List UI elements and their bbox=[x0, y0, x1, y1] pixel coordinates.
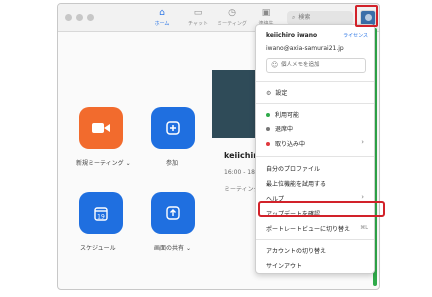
plus-icon bbox=[151, 107, 195, 149]
join-label: 参加 bbox=[166, 160, 179, 167]
available-status-icon bbox=[266, 113, 270, 117]
share-screen-button[interactable] bbox=[151, 192, 195, 234]
search-icon: ⌕ bbox=[292, 14, 296, 21]
clock-icon: ◷ bbox=[228, 8, 236, 18]
schedule-button[interactable]: 19 bbox=[79, 192, 123, 234]
divider bbox=[256, 81, 374, 82]
portrait-view-item[interactable]: ポートレートビューに切り替え bbox=[266, 224, 350, 233]
chat-icon: ▭ bbox=[193, 8, 203, 18]
status-away-item[interactable]: 退席中 bbox=[275, 124, 293, 133]
close-window-button[interactable] bbox=[65, 14, 72, 21]
tab-home[interactable]: ⌂ ホーム bbox=[144, 8, 180, 27]
new-meeting-button[interactable] bbox=[79, 107, 123, 149]
check-updates-highlight bbox=[258, 201, 385, 217]
profile-dropdown-menu: keiichiro iwano ライセンス iwano@axia-samurai… bbox=[255, 24, 375, 274]
video-camera-icon bbox=[79, 107, 123, 149]
settings-item[interactable]: ⚙ 設定 bbox=[266, 88, 287, 97]
status-busy-item[interactable]: 取り込み中 bbox=[275, 139, 305, 148]
contacts-icon: ▣ bbox=[261, 8, 271, 18]
tab-meetings-label: ミーティング bbox=[217, 21, 247, 27]
user-email: iwano@axia-samurai21.jp bbox=[266, 45, 344, 52]
chevron-right-icon: › bbox=[361, 193, 364, 201]
tab-chat-label: チャット bbox=[188, 21, 208, 27]
busy-status-icon bbox=[266, 142, 270, 146]
switch-account-item[interactable]: アカウントの切り替え bbox=[266, 246, 326, 255]
search-input[interactable]: ⌕ 検索 bbox=[287, 11, 353, 25]
try-top-features-item[interactable]: 最上位機能を試用する bbox=[266, 179, 326, 188]
tab-home-label: ホーム bbox=[154, 21, 170, 27]
schedule-label: スケジュール bbox=[80, 245, 116, 252]
sign-out-item[interactable]: サインアウト bbox=[266, 261, 302, 270]
portrait-shortcut: ⌘L bbox=[360, 225, 368, 231]
minimize-window-button[interactable] bbox=[76, 14, 83, 21]
chevron-down-icon[interactable]: ⌄ bbox=[186, 245, 191, 252]
calendar-icon: 19 bbox=[79, 192, 123, 234]
svg-text:19: 19 bbox=[97, 213, 105, 220]
upcoming-meeting-time: 16:00 - 18: bbox=[224, 169, 257, 176]
home-icon: ⌂ bbox=[159, 8, 165, 18]
tab-meetings[interactable]: ◷ ミーティング bbox=[214, 8, 250, 27]
divider bbox=[256, 239, 374, 240]
chevron-right-icon: › bbox=[361, 138, 364, 146]
away-status-icon bbox=[266, 127, 270, 131]
zoom-window-button[interactable] bbox=[87, 14, 94, 21]
status-available-item[interactable]: 利用可能 bbox=[275, 110, 299, 119]
personal-memo-input[interactable]: 個人メモを追加 bbox=[266, 58, 366, 73]
search-placeholder: 検索 bbox=[298, 14, 311, 21]
tab-chat[interactable]: ▭ チャット bbox=[180, 8, 216, 27]
share-screen-label: 画面の共有 ⌄ bbox=[154, 245, 191, 252]
chevron-down-icon[interactable]: ⌄ bbox=[126, 160, 131, 167]
gear-icon: ⚙ bbox=[266, 90, 272, 97]
share-up-arrow-icon bbox=[151, 192, 195, 234]
divider bbox=[256, 156, 374, 157]
license-link[interactable]: ライセンス bbox=[343, 32, 368, 39]
divider bbox=[256, 103, 374, 104]
user-name: keiichiro iwano bbox=[266, 32, 318, 39]
new-meeting-label: 新規ミーティング ⌄ bbox=[76, 160, 131, 167]
avatar-highlight bbox=[355, 5, 378, 27]
join-button[interactable] bbox=[151, 107, 195, 149]
my-profile-item[interactable]: 自分のプロファイル bbox=[266, 164, 320, 173]
